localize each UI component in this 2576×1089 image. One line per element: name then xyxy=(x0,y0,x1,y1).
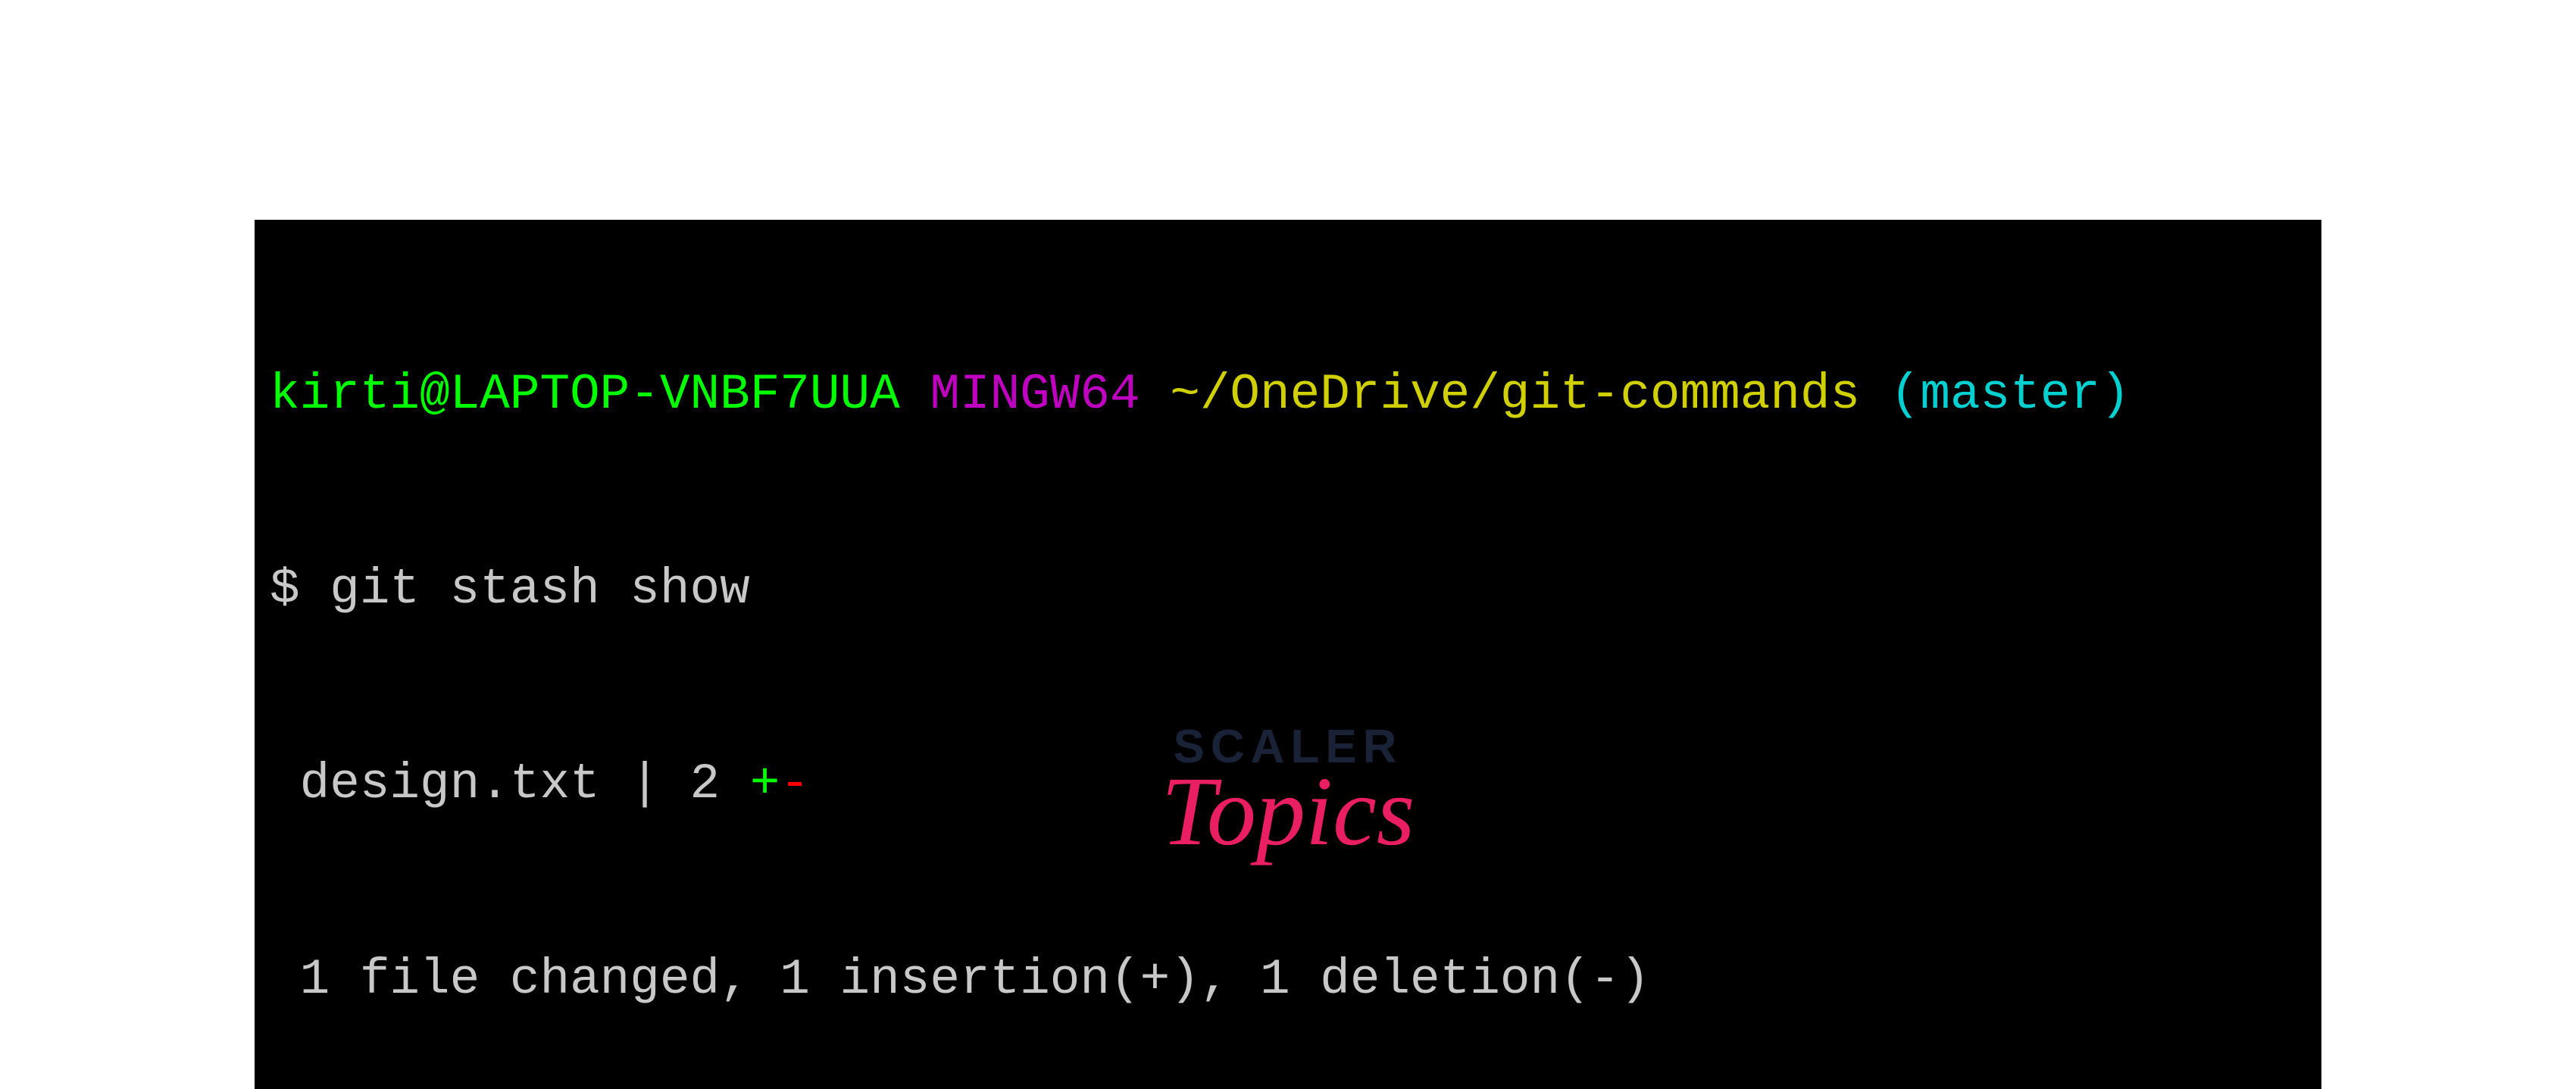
insertion-indicator: + xyxy=(750,756,780,812)
brand-logo: SCALER Topics xyxy=(1161,720,1415,868)
file-stat-text: design.txt | 2 xyxy=(270,756,750,812)
output-summary: 1 file changed, 1 insertion(+), 1 deleti… xyxy=(270,947,2306,1012)
deletion-indicator: - xyxy=(780,756,810,812)
terminal-window[interactable]: kirti@LAPTOP-VNBF7UUA MINGW64 ~/OneDrive… xyxy=(255,220,2321,1089)
command-input: $ git stash show xyxy=(270,557,2306,622)
logo-topics-text: Topics xyxy=(1161,755,1415,868)
user-host: kirti@LAPTOP-VNBF7UUA xyxy=(270,366,900,423)
prompt-line: kirti@LAPTOP-VNBF7UUA MINGW64 ~/OneDrive… xyxy=(270,362,2306,427)
git-branch: (master) xyxy=(1890,366,2131,423)
current-path: ~/OneDrive/git-commands xyxy=(1170,366,1860,423)
shell-env: MINGW64 xyxy=(930,366,1140,423)
